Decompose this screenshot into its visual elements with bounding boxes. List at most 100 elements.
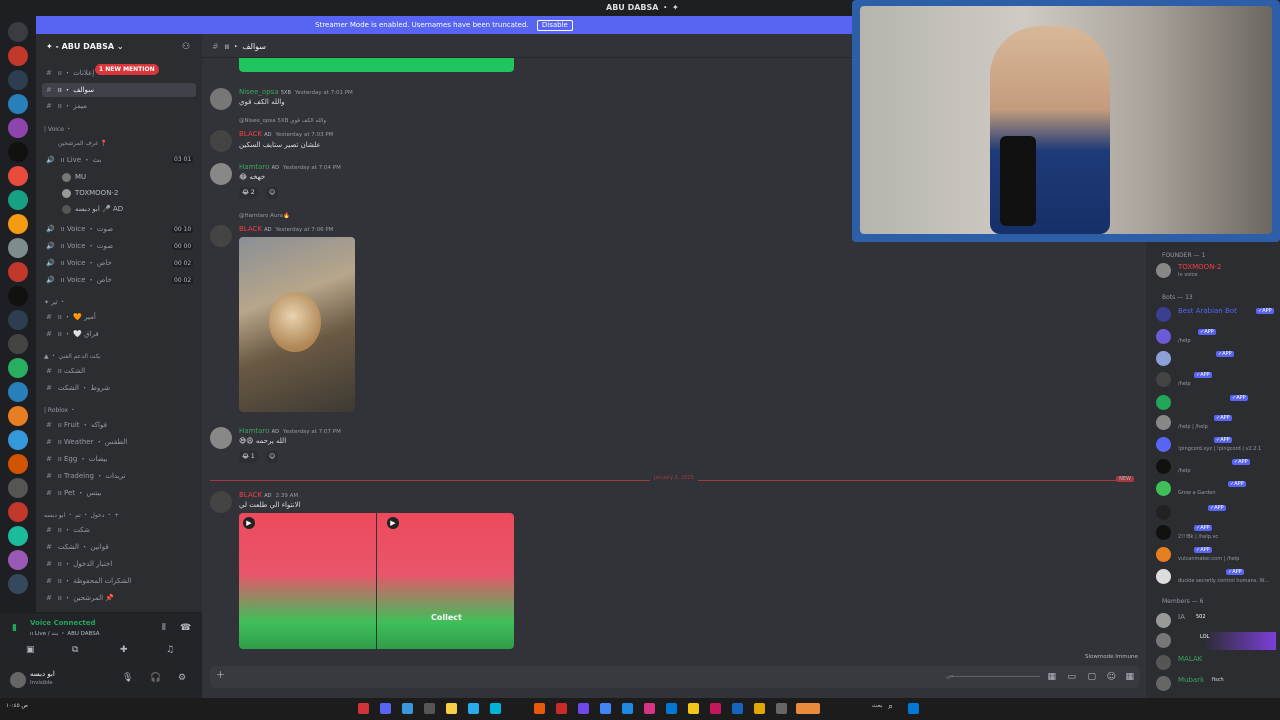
bot-item[interactable]: ✓APP — [1156, 394, 1276, 412]
member-item[interactable]: Mubark fisch — [1156, 675, 1276, 693]
category[interactable]: ✦ ئير ・ — [44, 298, 66, 308]
channel-item[interactable]: # ıı Fruit ・ فواكه — [42, 418, 196, 432]
server-icon[interactable] — [8, 118, 28, 138]
taskbar-app-icon[interactable] — [578, 703, 589, 714]
channel-item[interactable]: # ıı Pet ・ بيتس — [42, 486, 196, 500]
home-icon[interactable] — [8, 22, 28, 42]
voice-user[interactable]: TOXMOON-2 — [62, 186, 118, 200]
server-icon[interactable] — [8, 526, 28, 546]
server-header[interactable]: ✦ - ABU DABSA ⌄ — [36, 38, 202, 56]
author-name[interactable]: Hamtaro — [239, 163, 269, 171]
server-icon[interactable] — [8, 478, 28, 498]
bot-item[interactable]: 2!!!Bk | /help.vc ✓APP — [1156, 524, 1276, 542]
channel-item[interactable]: # ıı ・ اختبار الدخول — [42, 557, 196, 571]
member-item[interactable]: IA 502 — [1156, 612, 1276, 630]
server-icon[interactable] — [8, 454, 28, 474]
avatar[interactable] — [210, 491, 232, 513]
screen-share-icon[interactable]: ⧉ — [72, 645, 78, 655]
channel-item[interactable]: # ıı Egg ・ بيضات — [42, 452, 196, 466]
server-icon[interactable] — [8, 166, 28, 186]
disable-streamer-mode-button[interactable]: Disable — [536, 20, 573, 31]
taskbar-app-icon[interactable] — [710, 703, 721, 714]
bot-item[interactable]: /help ✓APP — [1156, 328, 1276, 346]
channel-item[interactable]: # ıı ・ الشكرات المحفوظة — [42, 574, 196, 588]
author-name[interactable]: BLACK — [239, 130, 262, 138]
taskbar-app-icon[interactable] — [622, 703, 633, 714]
member-item[interactable]: ㅤ LOL — [1156, 632, 1276, 650]
bot-item[interactable]: /help ✓APP — [1156, 458, 1276, 476]
video-attachment[interactable]: ▶ — [239, 513, 376, 649]
add-reaction-icon[interactable]: ☺ — [266, 187, 279, 199]
avatar[interactable] — [210, 427, 232, 449]
headphones-icon[interactable]: 🎧 — [150, 673, 161, 683]
taskbar-app-icon[interactable] — [446, 703, 457, 714]
message-input[interactable]: ــــــــــــــــــــــــــــــــــــــــ… — [946, 672, 1040, 679]
bot-item[interactable]: duckie secretly control humans, W... ✓APP — [1156, 568, 1276, 586]
image-attachment[interactable] — [239, 237, 355, 412]
bot-item[interactable]: ✓APP — [1156, 350, 1276, 368]
bot-item[interactable]: ✓APP — [1156, 504, 1276, 522]
clock[interactable]: ص ١٠:٤٥ — [6, 703, 28, 709]
server-icon[interactable] — [8, 358, 28, 378]
taskbar-app-icon[interactable] — [796, 703, 820, 714]
server-icon[interactable] — [8, 46, 28, 66]
taskbar-app-icon[interactable] — [468, 703, 479, 714]
avatar[interactable] — [10, 672, 26, 688]
taskbar-app-icon[interactable] — [600, 703, 611, 714]
server-icon[interactable] — [8, 334, 28, 354]
message-composer[interactable]: ＋ ــــــــــــــــــــــــــــــــــــــ… — [210, 666, 1140, 688]
server-icon[interactable] — [8, 262, 28, 282]
author-name[interactable]: BLACK — [239, 491, 262, 499]
server-icon[interactable] — [8, 406, 28, 426]
search-icon[interactable]: ⌕ — [888, 702, 893, 712]
taskbar-app-icon[interactable] — [688, 703, 699, 714]
server-icon[interactable] — [8, 310, 28, 330]
gif-icon[interactable]: ▭ — [1067, 672, 1076, 682]
server-icon[interactable] — [8, 286, 28, 306]
taskbar-app-icon[interactable] — [402, 703, 413, 714]
channel-item[interactable]: # ıı الشكت — [42, 364, 196, 378]
category[interactable]: | Roblox ・ — [44, 406, 76, 416]
avatar[interactable] — [210, 225, 232, 247]
taskbar-app-icon[interactable] — [424, 703, 435, 714]
video-icon[interactable]: ▣ — [26, 645, 35, 655]
reply-preview[interactable]: @Nisee_opsa 5XB والله الكف قوي — [239, 118, 326, 124]
channel-item[interactable]: # قوانين ・ الشكت — [42, 540, 196, 554]
category-sub[interactable]: غرف المرشحين 📍 — [58, 139, 108, 149]
taskbar-app-icon[interactable] — [534, 703, 545, 714]
activity-icon[interactable]: ✚ — [120, 645, 128, 655]
server-icon[interactable] — [8, 550, 28, 570]
server-icon[interactable] — [8, 142, 28, 162]
taskbar-app-icon[interactable] — [754, 703, 765, 714]
category[interactable]: ▲ ・ بكت الدعم الفني — [44, 352, 101, 362]
reaction[interactable]: 😂 1 — [239, 451, 258, 463]
server-icon[interactable] — [8, 70, 28, 90]
emoji-icon[interactable]: ☺ — [1107, 672, 1116, 682]
voice-channel-info[interactable]: ıı Live / بث ・ ABU DABSA — [30, 629, 100, 637]
channel-item[interactable]: # ıı Tradeing ・ تريدات — [42, 469, 196, 483]
bot-item[interactable]: Best Arabian Bot ✓APP — [1156, 306, 1276, 324]
play-icon[interactable]: ▶ — [387, 517, 399, 529]
author-name[interactable]: Hamtaro — [239, 427, 269, 435]
member-item[interactable]: TOXMOON-2 In voice — [1156, 262, 1276, 280]
taskbar-app-icon[interactable] — [732, 703, 743, 714]
voice-user[interactable]: MU — [62, 170, 86, 184]
channel-item[interactable]: # ıı ・ 🧡 أمير — [42, 310, 196, 324]
channel-item[interactable]: # ıı ・ 🤍 فراق — [42, 327, 196, 341]
video-attachment[interactable]: ▶ Collect — [377, 513, 514, 649]
taskbar-app-icon[interactable] — [666, 703, 677, 714]
taskbar-app-icon[interactable] — [644, 703, 655, 714]
voice-user[interactable]: ابو دبسه 🎤 AD — [62, 202, 123, 216]
server-icon[interactable] — [8, 214, 28, 234]
play-icon[interactable]: ▶ — [243, 517, 255, 529]
reply-preview[interactable]: @Hamtaro Aura🔥 — [239, 213, 290, 219]
server-icon[interactable] — [8, 238, 28, 258]
reaction[interactable]: 😂 2 — [239, 187, 258, 199]
author-name[interactable]: BLACK — [239, 225, 262, 233]
bot-item[interactable]: !pingcord.xyz | !pingcord | v2.2.1 ✓APP — [1156, 436, 1276, 454]
server-icon[interactable] — [8, 574, 28, 594]
server-icon[interactable] — [8, 502, 28, 522]
channel-item-selected[interactable]: # ıı ・ سوالف — [42, 83, 196, 97]
voice-status[interactable]: Voice Connected — [30, 619, 96, 627]
server-icon[interactable] — [8, 94, 28, 114]
